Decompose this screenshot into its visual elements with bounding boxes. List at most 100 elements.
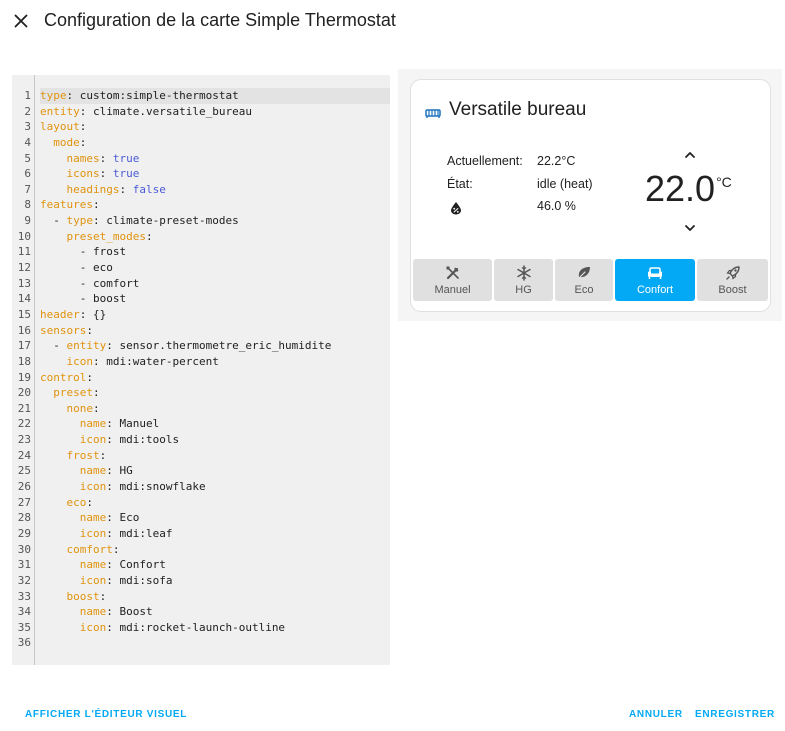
code-line[interactable]: 17 - entity: sensor.thermometre_eric_hum…: [12, 338, 390, 354]
yaml-key: name: [79, 511, 107, 525]
yaml-text: [40, 590, 67, 603]
line-code: - frost: [40, 244, 390, 260]
yaml-text: :: [79, 135, 87, 149]
yaml-text: :: [99, 589, 107, 603]
preset-manuel-button[interactable]: Manuel: [413, 259, 492, 301]
code-line[interactable]: 30 comfort:: [12, 542, 390, 558]
code-line[interactable]: 36: [12, 635, 390, 651]
line-code: name: Boost: [40, 604, 390, 620]
code-line[interactable]: 8 features:: [12, 197, 390, 213]
cancel-button[interactable]: ANNULER: [629, 709, 683, 720]
line-number: 30: [17, 542, 31, 556]
line-code: preset_modes:: [40, 229, 390, 245]
yaml-text: :: [86, 495, 93, 509]
preset-eco-button[interactable]: Eco: [555, 259, 613, 301]
yaml-text: [40, 386, 53, 399]
line-number: 10: [17, 229, 31, 243]
yaml-text: [40, 621, 80, 634]
code-line[interactable]: 20 preset:: [12, 385, 390, 401]
code-line[interactable]: 4 mode:: [12, 135, 390, 151]
code-line[interactable]: 13 - comfort: [12, 276, 390, 292]
code-line[interactable]: 16 sensors:: [12, 323, 390, 339]
code-line[interactable]: 2 entity: climate.versatile_bureau: [12, 104, 390, 120]
code-line[interactable]: 24 frost:: [12, 448, 390, 464]
close-icon[interactable]: [10, 10, 32, 32]
code-line[interactable]: 12 - eco: [12, 260, 390, 276]
save-button[interactable]: ENREGISTRER: [695, 709, 775, 720]
yaml-key: preset: [53, 386, 93, 400]
code-line[interactable]: 10 preset_modes:: [12, 229, 390, 245]
preset-confort-button[interactable]: Confort: [615, 259, 695, 301]
line-code: layout:: [40, 119, 390, 135]
line-code: entity: climate.versatile_bureau: [40, 104, 390, 120]
line-number: 22: [17, 417, 31, 431]
code-line[interactable]: 15 header: {}: [12, 307, 390, 323]
show-visual-editor-button[interactable]: AFFICHER L'ÉDITEUR VISUEL: [25, 709, 187, 720]
code-line[interactable]: 26 icon: mdi:snowflake: [12, 479, 390, 495]
code-line[interactable]: 29 icon: mdi:leaf: [12, 526, 390, 542]
sofa-icon: [648, 267, 662, 279]
line-number: 2: [24, 104, 31, 118]
yaml-code-editor[interactable]: 1 type: custom:simple-thermostat 2 entity: …: [12, 75, 390, 665]
line-code: icon: mdi:snowflake: [40, 479, 390, 495]
line-code: control:: [40, 370, 390, 386]
preset-boost-button[interactable]: Boost: [697, 259, 768, 301]
code-line[interactable]: 25 name: HG: [12, 463, 390, 479]
code-line[interactable]: 21 none:: [12, 401, 390, 417]
dialog-title: Configuration de la carte Simple Thermos…: [44, 10, 396, 30]
yaml-text: : {}: [79, 307, 107, 321]
preset-label: Manuel: [434, 284, 471, 296]
yaml-text: [40, 417, 80, 430]
code-line[interactable]: 11 - frost: [12, 244, 390, 260]
line-number: 35: [17, 620, 31, 634]
chevron-up-icon[interactable]: [680, 148, 700, 162]
code-line[interactable]: 19 control:: [12, 370, 390, 386]
code-line[interactable]: 27 eco:: [12, 495, 390, 511]
code-line[interactable]: 14 - boost: [12, 291, 390, 307]
code-line[interactable]: 6 icons: true: [12, 166, 390, 182]
code-line[interactable]: 28 name: Eco: [12, 510, 390, 526]
yaml-boolean: false: [132, 182, 166, 196]
line-code: boost:: [40, 589, 390, 605]
code-line[interactable]: 22 name: Manuel: [12, 416, 390, 432]
line-number: 1: [24, 89, 31, 102]
dialog-header: Configuration de la carte Simple Thermos…: [0, 0, 785, 44]
code-line[interactable]: 23 icon: mdi:tools: [12, 432, 390, 448]
code-line[interactable]: 5 names: true: [12, 151, 390, 167]
line-number: 14: [17, 292, 31, 306]
line-number: 6: [24, 167, 31, 181]
yaml-text: [40, 574, 80, 587]
target-temperature: 22.0°C: [645, 168, 732, 210]
line-number: 5: [24, 151, 31, 165]
line-code: sensors:: [40, 323, 390, 339]
code-line[interactable]: 7 headings: false: [12, 182, 390, 198]
yaml-text: [40, 167, 67, 180]
code-line[interactable]: 31 name: Confort: [12, 557, 390, 573]
yaml-text: : Confort: [106, 558, 166, 572]
chevron-down-icon[interactable]: [680, 221, 700, 235]
code-line[interactable]: 35 icon: mdi:rocket-launch-outline: [12, 620, 390, 636]
code-line[interactable]: 9 - type: climate-preset-modes: [12, 213, 390, 229]
line-code: none:: [40, 401, 390, 417]
code-line[interactable]: 18 icon: mdi:water-percent: [12, 354, 390, 370]
preset-hg-button[interactable]: HG: [494, 259, 553, 301]
yaml-text: -: [40, 339, 67, 353]
yaml-text: [40, 136, 53, 149]
yaml-text: - frost: [40, 245, 127, 259]
code-lines: 1 type: custom:simple-thermostat 2 entity: …: [12, 88, 390, 651]
yaml-text: : Manuel: [106, 417, 160, 431]
line-code: mode:: [40, 135, 390, 151]
code-line[interactable]: 32 icon: mdi:sofa: [12, 573, 390, 589]
line-code: - comfort: [40, 276, 390, 292]
yaml-key: header: [40, 307, 80, 321]
yaml-text: :: [99, 151, 113, 165]
code-line[interactable]: 3 layout:: [12, 119, 390, 135]
code-line[interactable]: 33 boost:: [12, 589, 390, 605]
yaml-key: none: [66, 401, 94, 415]
line-code: preset:: [40, 385, 390, 401]
line-code: name: Eco: [40, 510, 390, 526]
code-line[interactable]: 1 type: custom:simple-thermostat: [12, 88, 390, 104]
yaml-text: [40, 480, 80, 493]
code-line[interactable]: 34 name: Boost: [12, 604, 390, 620]
line-code: name: HG: [40, 463, 390, 479]
